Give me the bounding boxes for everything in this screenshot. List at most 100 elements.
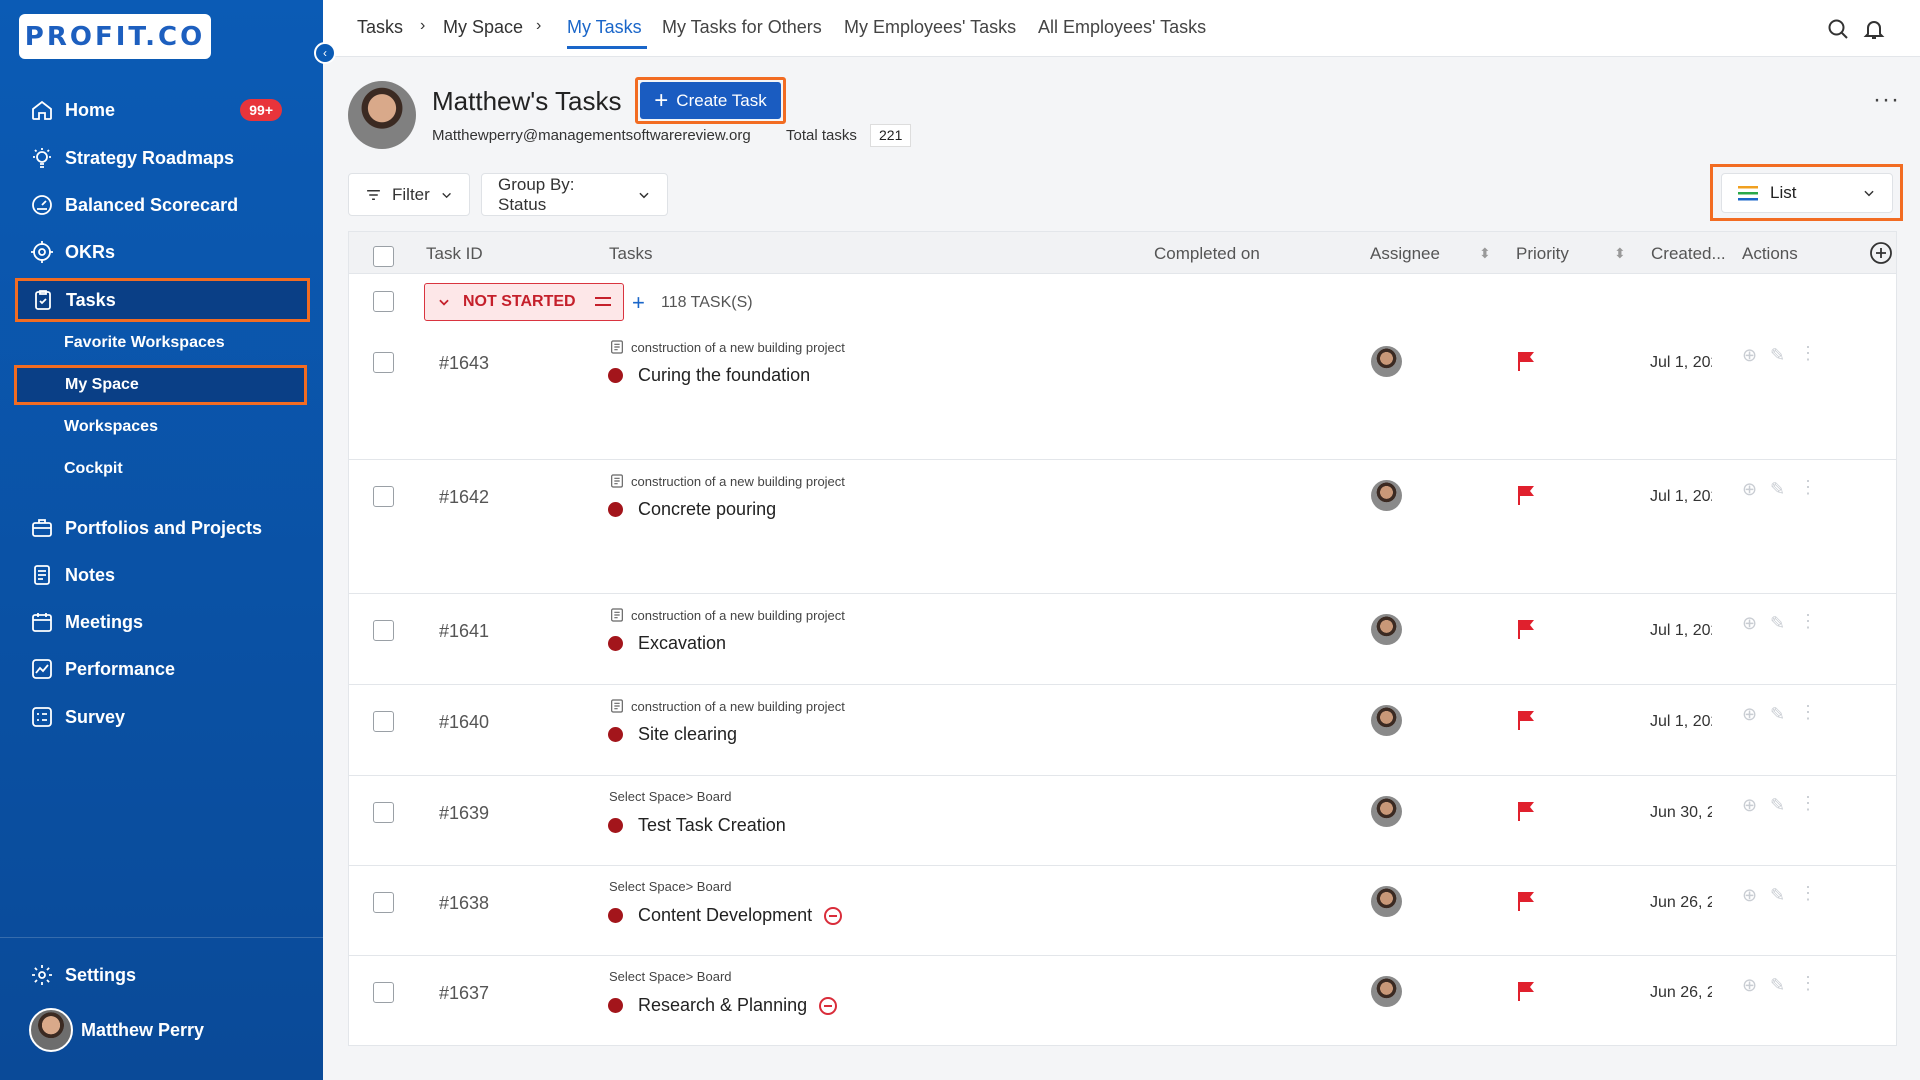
priority-flag-icon[interactable] [1517, 351, 1535, 371]
column-created[interactable]: Created... [1651, 244, 1726, 264]
sort-icon[interactable]: ⬍ [1479, 245, 1491, 262]
breadcrumb-my-space[interactable]: My Space [443, 17, 523, 38]
add-subtask-icon[interactable]: ⊕ [1742, 613, 1757, 634]
column-tasks[interactable]: Tasks [609, 244, 652, 264]
task-id[interactable]: #1637 [439, 983, 489, 1004]
tab-all-employees-tasks[interactable]: All Employees' Tasks [1038, 17, 1206, 38]
sort-icon[interactable]: ⬍ [1614, 245, 1626, 262]
assignee-avatar[interactable] [1371, 886, 1402, 917]
more-options-icon[interactable]: ··· [1873, 86, 1900, 114]
view-selector[interactable]: List [1721, 173, 1893, 213]
edit-icon[interactable]: ✎ [1770, 795, 1785, 816]
row-checkbox[interactable] [373, 982, 394, 1003]
table-row[interactable]: #1643 construction of a new building proj… [349, 326, 1896, 460]
row-checkbox[interactable] [373, 892, 394, 913]
row-more-icon[interactable]: ⋮ [1799, 973, 1817, 994]
table-row[interactable]: #1638 Select Space> Board Content Developm… [349, 866, 1896, 956]
sidebar-item-settings[interactable]: Settings [17, 955, 307, 995]
task-name[interactable]: Test Task Creation [608, 815, 786, 836]
edit-icon[interactable]: ✎ [1770, 704, 1785, 725]
add-subtask-icon[interactable]: ⊕ [1742, 975, 1757, 996]
edit-icon[interactable]: ✎ [1770, 479, 1785, 500]
row-checkbox[interactable] [373, 486, 394, 507]
priority-flag-icon[interactable] [1517, 801, 1535, 821]
task-id[interactable]: #1643 [439, 353, 489, 374]
row-checkbox[interactable] [373, 352, 394, 373]
task-project[interactable]: construction of a new building project [609, 473, 845, 489]
assignee-avatar[interactable] [1371, 614, 1402, 645]
task-id[interactable]: #1642 [439, 487, 489, 508]
edit-icon[interactable]: ✎ [1770, 975, 1785, 996]
profitco-logo[interactable]: PROFIT.CO [19, 14, 211, 59]
sidebar-sub-workspaces[interactable]: Workspaces [64, 409, 158, 445]
edit-icon[interactable]: ✎ [1770, 885, 1785, 906]
add-subtask-icon[interactable]: ⊕ [1742, 885, 1757, 906]
sidebar-item-tasks[interactable]: Tasks [15, 278, 310, 322]
status-group-not-started[interactable]: NOT STARTED [424, 283, 624, 321]
row-more-icon[interactable]: ⋮ [1799, 611, 1817, 632]
tab-my-tasks[interactable]: My Tasks [567, 17, 642, 38]
add-subtask-icon[interactable]: ⊕ [1742, 795, 1757, 816]
filter-button[interactable]: Filter [348, 173, 470, 216]
sidebar-sub-cockpit[interactable]: Cockpit [64, 451, 123, 487]
add-subtask-icon[interactable]: ⊕ [1742, 704, 1757, 725]
sidebar-sub-my-space[interactable]: My Space [14, 365, 307, 405]
assignee-avatar[interactable] [1371, 346, 1402, 377]
edit-icon[interactable]: ✎ [1770, 613, 1785, 634]
add-column-icon[interactable] [1869, 241, 1893, 265]
task-id[interactable]: #1641 [439, 621, 489, 642]
table-row[interactable]: #1642 construction of a new building proj… [349, 460, 1896, 594]
add-task-to-group-icon[interactable]: + [632, 290, 645, 316]
sidebar-item-survey[interactable]: Survey [17, 697, 307, 737]
row-checkbox[interactable] [373, 711, 394, 732]
task-project[interactable]: construction of a new building project [609, 607, 845, 623]
priority-flag-icon[interactable] [1517, 710, 1535, 730]
assignee-avatar[interactable] [1371, 796, 1402, 827]
task-id[interactable]: #1638 [439, 893, 489, 914]
sidebar-item-meetings[interactable]: Meetings [17, 602, 307, 642]
sidebar-sub-favorite-workspaces[interactable]: Favorite Workspaces [64, 325, 225, 361]
task-project[interactable]: Select Space> Board [609, 879, 732, 894]
sidebar-item-balanced-scorecard[interactable]: Balanced Scorecard [17, 185, 307, 225]
task-project[interactable]: construction of a new building project [609, 698, 845, 714]
add-subtask-icon[interactable]: ⊕ [1742, 479, 1757, 500]
sidebar-item-home[interactable]: Home 99+ [17, 90, 307, 130]
task-name[interactable]: Research & Planning [608, 995, 838, 1016]
sidebar-item-okrs[interactable]: OKRs [17, 232, 307, 272]
breadcrumb-tasks[interactable]: Tasks [357, 17, 403, 38]
priority-flag-icon[interactable] [1517, 619, 1535, 639]
column-priority[interactable]: Priority [1516, 244, 1569, 264]
task-name[interactable]: Content Development [608, 905, 843, 926]
task-id[interactable]: #1639 [439, 803, 489, 824]
tab-my-tasks-for-others[interactable]: My Tasks for Others [662, 17, 822, 38]
user-name[interactable]: Matthew Perry [81, 1020, 204, 1041]
priority-flag-icon[interactable] [1517, 485, 1535, 505]
sidebar-item-performance[interactable]: Performance [17, 649, 307, 689]
group-checkbox[interactable] [373, 291, 394, 312]
sidebar-item-portfolios[interactable]: Portfolios and Projects [17, 508, 307, 548]
sidebar-item-notes[interactable]: Notes [17, 555, 307, 595]
add-subtask-icon[interactable]: ⊕ [1742, 345, 1757, 366]
create-task-button[interactable]: + Create Task [635, 77, 786, 124]
row-more-icon[interactable]: ⋮ [1799, 702, 1817, 723]
column-assignee[interactable]: Assignee [1370, 244, 1440, 264]
table-row[interactable]: #1639 Select Space> Board Test Task Creati… [349, 776, 1896, 866]
table-row[interactable]: #1640 construction of a new building proj… [349, 685, 1896, 776]
assignee-avatar[interactable] [1371, 976, 1402, 1007]
assignee-avatar[interactable] [1371, 480, 1402, 511]
search-icon[interactable] [1826, 17, 1850, 41]
edit-icon[interactable]: ✎ [1770, 345, 1785, 366]
row-more-icon[interactable]: ⋮ [1799, 793, 1817, 814]
column-completed-on[interactable]: Completed on [1154, 244, 1260, 264]
table-row[interactable]: #1637 Select Space> Board Research & Plann… [349, 956, 1896, 1046]
priority-flag-icon[interactable] [1517, 891, 1535, 911]
tab-my-employees-tasks[interactable]: My Employees' Tasks [844, 17, 1016, 38]
task-id[interactable]: #1640 [439, 712, 489, 733]
priority-flag-icon[interactable] [1517, 981, 1535, 1001]
task-project[interactable]: construction of a new building project [609, 339, 845, 355]
table-row[interactable]: #1641 construction of a new building proj… [349, 594, 1896, 685]
user-avatar[interactable] [29, 1008, 73, 1052]
assignee-avatar[interactable] [1371, 705, 1402, 736]
bell-icon[interactable] [1862, 17, 1886, 41]
row-checkbox[interactable] [373, 620, 394, 641]
